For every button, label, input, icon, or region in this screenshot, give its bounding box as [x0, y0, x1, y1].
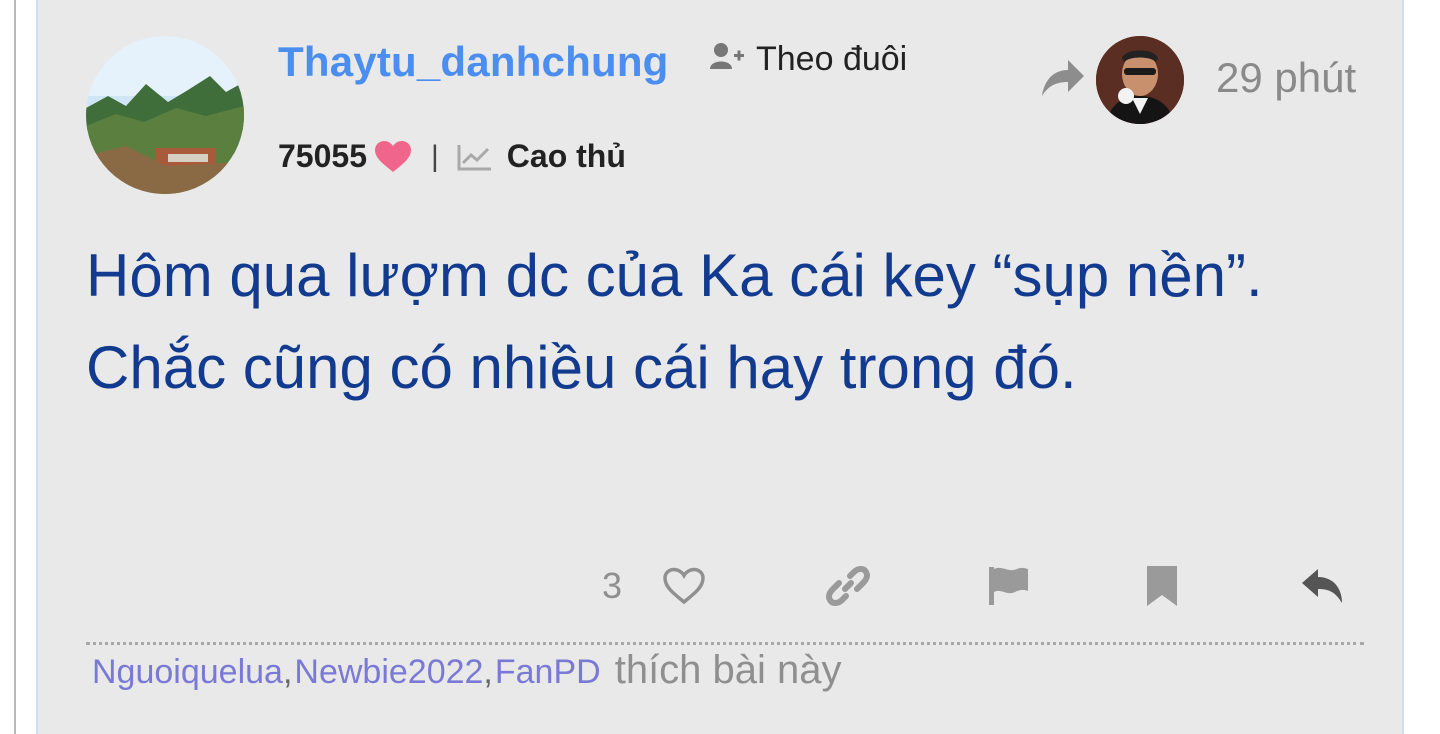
follow-label: Theo đuôi: [756, 40, 908, 78]
post-content: Hôm qua lượm dc của Ka cái key “sụp nền”…: [86, 230, 1366, 414]
flag-icon[interactable]: [984, 560, 1032, 612]
liker-separator: ,: [282, 653, 293, 691]
author-username[interactable]: Thaytu_danhchung: [278, 38, 669, 86]
forum-post: Thaytu_danhchung Theo đuôi 75055 | Cao t…: [36, 0, 1404, 734]
post-content-line: Hôm qua lượm dc của Ka cái key “sụp nền”…: [86, 242, 1263, 309]
reply-icon[interactable]: [1298, 560, 1346, 612]
heart-icon: [374, 140, 411, 173]
heart-outline-icon[interactable]: [660, 560, 708, 612]
link-icon[interactable]: [824, 560, 872, 612]
user-plus-icon: [710, 40, 744, 79]
like-count: 3: [601, 565, 623, 606]
liker-link[interactable]: FanPD: [495, 653, 601, 692]
likes-divider: [86, 642, 1364, 645]
bookmark-icon[interactable]: [1140, 560, 1184, 612]
author-avatar[interactable]: [86, 36, 244, 194]
author-rank: Cao thủ: [506, 138, 626, 174]
stats-divider: |: [430, 139, 439, 173]
liker-link[interactable]: Newbie2022: [294, 653, 483, 692]
follow-button[interactable]: Theo đuôi: [710, 40, 907, 79]
liker-link[interactable]: Nguoiquelua: [92, 653, 283, 692]
post-time: 29 phút: [1216, 54, 1357, 101]
author-points: 75055: [278, 138, 367, 174]
liked-by-bar: Nguoiquelua, Newbie2022, FanPD thích bài…: [92, 648, 842, 693]
quoted-user-avatar[interactable]: [1096, 36, 1184, 124]
liker-separator: ,: [483, 653, 493, 691]
post-content-line: Chắc cũng có nhiều cái hay trong đó.: [86, 334, 1077, 401]
post-actions: 3: [598, 560, 1342, 612]
author-stats: 75055 | Cao thủ: [278, 138, 626, 175]
liked-by-suffix: thích bài này: [614, 648, 842, 692]
thread-left-border: [14, 0, 16, 734]
share-arrow-icon[interactable]: [1040, 58, 1086, 103]
chart-line-icon: [457, 143, 493, 171]
